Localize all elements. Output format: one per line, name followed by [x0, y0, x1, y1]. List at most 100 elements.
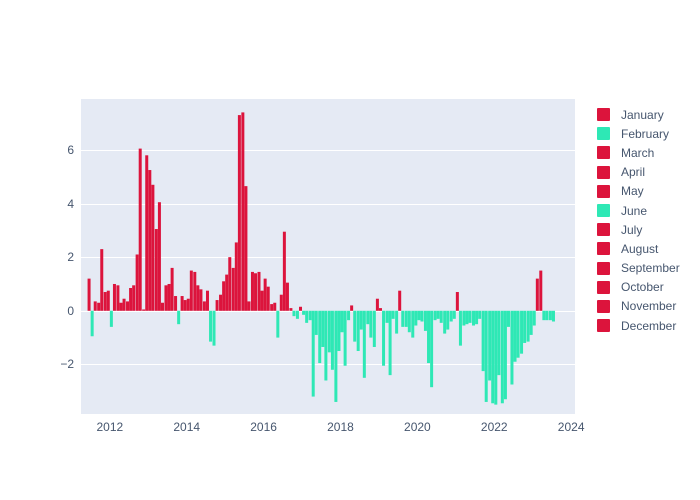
bar[interactable]: [174, 296, 178, 311]
bar[interactable]: [388, 310, 392, 376]
bar[interactable]: [494, 310, 498, 405]
bar[interactable]: [100, 249, 104, 311]
bar[interactable]: [180, 296, 184, 311]
bar[interactable]: [270, 304, 274, 311]
bar[interactable]: [87, 278, 91, 311]
bar[interactable]: [539, 270, 543, 311]
bar[interactable]: [330, 310, 334, 370]
bar[interactable]: [523, 310, 527, 343]
bar[interactable]: [189, 270, 193, 311]
bar[interactable]: [90, 310, 94, 337]
legend-item[interactable]: August: [597, 239, 697, 258]
bar[interactable]: [299, 306, 303, 311]
bar[interactable]: [109, 310, 113, 327]
bar[interactable]: [148, 170, 152, 311]
legend-item[interactable]: November: [597, 297, 697, 316]
bar[interactable]: [199, 289, 203, 311]
bar[interactable]: [446, 310, 450, 330]
bar[interactable]: [420, 310, 424, 322]
bar[interactable]: [366, 310, 370, 325]
bar[interactable]: [292, 310, 296, 317]
bar[interactable]: [551, 310, 555, 322]
bar[interactable]: [359, 310, 363, 330]
bar[interactable]: [151, 184, 155, 311]
bar[interactable]: [285, 282, 289, 311]
bar[interactable]: [353, 310, 357, 342]
bar[interactable]: [209, 310, 213, 342]
bar[interactable]: [164, 285, 168, 311]
bar[interactable]: [334, 310, 338, 402]
bar[interactable]: [215, 300, 219, 311]
legend-item[interactable]: October: [597, 278, 697, 297]
bar[interactable]: [491, 310, 495, 404]
bar[interactable]: [423, 310, 427, 331]
bar[interactable]: [503, 310, 507, 400]
legend-item[interactable]: January: [597, 105, 697, 124]
bar[interactable]: [548, 310, 552, 321]
legend-item[interactable]: May: [597, 182, 697, 201]
bar[interactable]: [337, 310, 341, 351]
bar[interactable]: [205, 290, 209, 311]
bar[interactable]: [532, 310, 536, 326]
bar[interactable]: [372, 310, 376, 347]
bar[interactable]: [375, 298, 379, 311]
bar[interactable]: [112, 283, 116, 311]
bar[interactable]: [193, 271, 197, 311]
bar[interactable]: [138, 148, 142, 311]
legend-item[interactable]: September: [597, 259, 697, 278]
bar[interactable]: [350, 305, 354, 311]
bar[interactable]: [126, 301, 130, 311]
bar[interactable]: [231, 267, 235, 311]
bar[interactable]: [318, 310, 322, 364]
bar[interactable]: [295, 310, 299, 319]
bar[interactable]: [260, 290, 264, 311]
bar[interactable]: [273, 302, 277, 311]
bar[interactable]: [302, 310, 306, 315]
bar[interactable]: [122, 298, 126, 311]
bar[interactable]: [347, 310, 351, 321]
bar[interactable]: [475, 310, 479, 325]
bar[interactable]: [391, 310, 395, 319]
bar[interactable]: [142, 309, 146, 311]
bar[interactable]: [247, 301, 251, 311]
bar[interactable]: [177, 310, 181, 325]
bar[interactable]: [545, 310, 549, 321]
bar[interactable]: [500, 310, 504, 404]
bar[interactable]: [132, 285, 136, 311]
bar[interactable]: [161, 302, 164, 311]
bar[interactable]: [462, 310, 466, 326]
bar[interactable]: [170, 267, 174, 311]
bar[interactable]: [145, 155, 149, 311]
bar[interactable]: [225, 274, 229, 311]
bar[interactable]: [308, 310, 312, 321]
bar[interactable]: [506, 310, 510, 327]
bar[interactable]: [439, 310, 443, 323]
bar[interactable]: [135, 254, 139, 311]
bar[interactable]: [222, 281, 226, 311]
bar[interactable]: [382, 310, 386, 366]
legend-item[interactable]: June: [597, 201, 697, 220]
bar[interactable]: [484, 310, 488, 402]
legend-item[interactable]: February: [597, 124, 697, 143]
bar[interactable]: [407, 310, 411, 333]
bar[interactable]: [465, 310, 469, 325]
bar[interactable]: [378, 308, 382, 311]
bar[interactable]: [513, 310, 517, 362]
bar[interactable]: [443, 310, 447, 334]
bar[interactable]: [520, 310, 524, 354]
bar[interactable]: [103, 292, 107, 311]
bar[interactable]: [228, 257, 232, 311]
bar[interactable]: [362, 310, 366, 378]
bar[interactable]: [401, 310, 405, 327]
bar[interactable]: [254, 273, 258, 311]
bar[interactable]: [488, 310, 492, 381]
bar[interactable]: [212, 310, 216, 346]
bar[interactable]: [183, 300, 187, 311]
legend-item[interactable]: April: [597, 163, 697, 182]
bar[interactable]: [263, 278, 267, 311]
bar[interactable]: [481, 310, 485, 372]
bar[interactable]: [257, 271, 261, 311]
bar[interactable]: [266, 286, 270, 311]
bar[interactable]: [97, 302, 101, 311]
bar[interactable]: [250, 271, 254, 311]
